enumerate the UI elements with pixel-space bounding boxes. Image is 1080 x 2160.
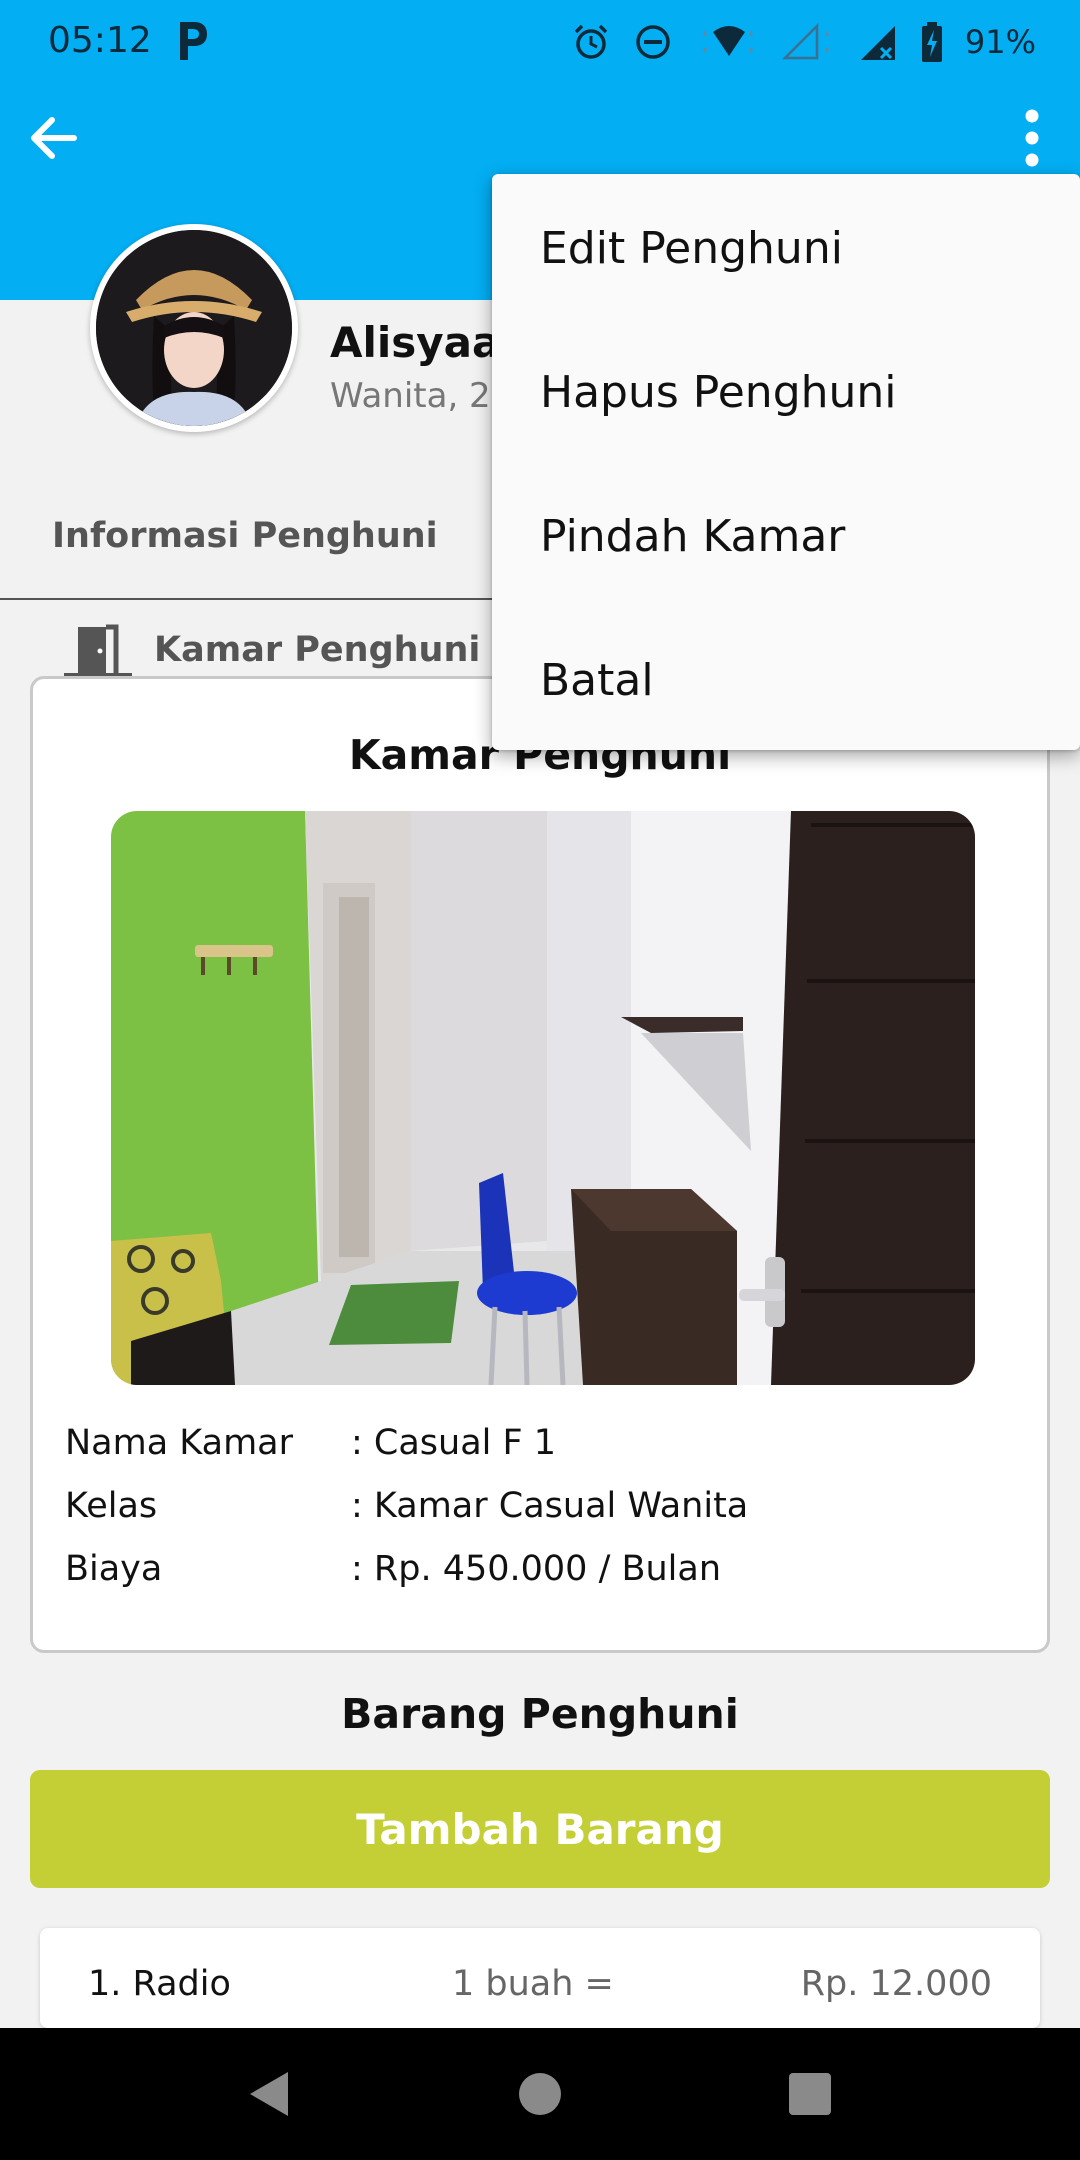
info-key: Nama Kamar — [65, 1423, 294, 1463]
item-price: Rp. 12.000 — [800, 1964, 992, 2004]
wifi-icon — [695, 22, 759, 62]
info-key: Kelas — [65, 1486, 158, 1526]
menu-item-pindah-kamar[interactable]: Pindah Kamar — [492, 464, 1080, 608]
room-section-label: Kamar Penghuni — [154, 630, 481, 670]
nav-back-button[interactable] — [232, 2058, 304, 2130]
more-options-button[interactable] — [1012, 102, 1052, 174]
tab-informasi-penghuni[interactable]: Informasi Penghuni — [52, 516, 438, 556]
avatar — [90, 224, 298, 432]
room-card: Kamar Penghuni Nama Kamar: Casual F 1 K… — [30, 676, 1050, 1653]
nav-back-icon — [250, 2072, 288, 2116]
arrow-back-icon — [31, 117, 77, 159]
nav-recents-button[interactable] — [774, 2058, 846, 2130]
back-button[interactable] — [22, 106, 86, 170]
door-icon — [64, 624, 132, 678]
resident-subtitle: Wanita, 24 — [330, 376, 513, 416]
alarm-icon — [571, 22, 611, 62]
info-value: : Rp. 450.000 / Bulan — [351, 1549, 722, 1589]
menu-item-batal[interactable]: Batal — [492, 608, 1080, 752]
more-vert-icon — [1025, 109, 1039, 167]
battery-percent: 91% — [964, 23, 1036, 61]
add-item-button[interactable]: Tambah Barang — [30, 1770, 1050, 1888]
nav-recents-icon — [789, 2073, 831, 2115]
info-row-room-name: Nama Kamar : Casual F 1 — [65, 1423, 556, 1463]
system-nav-bar — [0, 2028, 1080, 2160]
info-key: Biaya — [65, 1549, 163, 1589]
list-item[interactable]: 1. Radio 1 buah = Rp. 12.000 — [40, 1928, 1040, 2028]
nav-home-button[interactable] — [504, 2058, 576, 2130]
nav-home-icon — [519, 2073, 561, 2115]
signal-icon — [781, 22, 837, 62]
info-row-class: Kelas : Kamar Casual Wanita — [65, 1486, 748, 1526]
menu-item-hapus-penghuni[interactable]: Hapus Penghuni — [492, 320, 1080, 464]
signal-no-data-icon — [859, 22, 899, 62]
status-time: 05:12 — [48, 20, 152, 61]
items-section-title: Barang Penghuni — [341, 1690, 739, 1738]
info-value: : Kamar Casual Wanita — [351, 1486, 749, 1526]
overflow-menu: Edit Penghuni Hapus Penghuni Pindah Kama… — [492, 174, 1080, 750]
item-name: 1. Radio — [88, 1964, 231, 2004]
menu-item-edit-penghuni[interactable]: Edit Penghuni — [492, 176, 1080, 320]
info-row-cost: Biaya : Rp. 450.000 / Bulan — [65, 1549, 721, 1589]
info-value: : Casual F 1 — [351, 1423, 557, 1463]
do-not-disturb-icon — [633, 22, 673, 62]
battery-charging-icon — [921, 22, 943, 62]
room-section-header: Kamar Penghuni — [60, 620, 480, 680]
item-quantity: 1 buah = — [452, 1964, 614, 2004]
status-bar: 05:12 91% — [0, 0, 1080, 84]
room-photo — [111, 811, 975, 1385]
parking-icon — [176, 18, 210, 62]
